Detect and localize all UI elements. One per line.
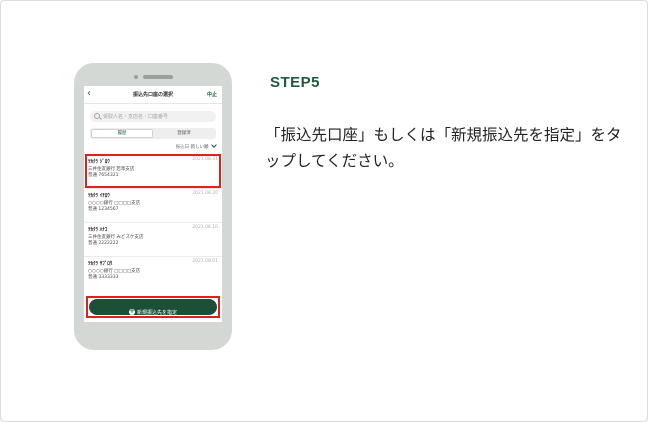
item-name: ﾂｶｸﾗ ｻﾌﾞﾛｳ xyxy=(88,261,113,267)
instruction-text: 「振込先口座」もしくは「新規振込先を指定」をタップしてください。 xyxy=(265,126,622,170)
item-date: 2021.08.20 xyxy=(192,191,218,196)
item-date: 2021.08.10 xyxy=(192,225,218,230)
tab-history[interactable]: 履歴 xyxy=(91,129,153,138)
phone-screen: ‹ 振込先口座の選択 中止 受取人名・支店名・口座番号 履歴 登録済 振込日 新… xyxy=(84,86,222,322)
highlight-existing-payee xyxy=(85,154,221,188)
item-account: 普通 2222222 xyxy=(88,241,119,246)
list-item[interactable]: ﾂｶｸﾗ ｲﾁﾛｳ 2021.08.20 ○○○○銀行 □□□□支店 普通 12… xyxy=(84,188,222,222)
item-name: ﾂｶｸﾗ ｲﾁﾛｳ xyxy=(88,193,110,199)
item-account: 普通 1234567 xyxy=(88,207,119,212)
list-item[interactable]: ﾂｶｸﾗ ﾊﾅｺ 2021.08.10 三井住友銀行 みどスケ支店 普通 222… xyxy=(84,222,222,256)
list-item[interactable]: ﾂｶｸﾗ ｻﾌﾞﾛｳ 2021.08.01 ○○○○銀行 □□□□支店 普通 3… xyxy=(84,256,222,290)
search-input[interactable]: 受取人名・支店名・口座番号 xyxy=(90,111,216,122)
sort-value: 新しい順 xyxy=(190,145,209,150)
search-icon xyxy=(94,113,100,119)
nav-bar: ‹ 振込先口座の選択 中止 xyxy=(84,86,222,104)
speaker-bar xyxy=(143,75,173,79)
sort-selector[interactable]: 振込日 新しい順 xyxy=(175,142,217,150)
phone-mockup: ‹ 振込先口座の選択 中止 受取人名・支店名・口座番号 履歴 登録済 振込日 新… xyxy=(74,63,232,350)
sort-label: 振込日 xyxy=(175,145,190,150)
item-account: 普通 3333333 xyxy=(88,275,119,280)
step-label: STEP5 xyxy=(270,74,321,91)
highlight-new-payee xyxy=(86,296,220,318)
item-name: ﾂｶｸﾗ ﾊﾅｺ xyxy=(88,227,108,233)
item-date: 2021.08.01 xyxy=(192,259,218,264)
segmented-control: 履歴 登録済 xyxy=(90,128,216,139)
tab-registered[interactable]: 登録済 xyxy=(153,129,215,138)
camera-dot xyxy=(134,75,138,79)
search-placeholder: 受取人名・支店名・口座番号 xyxy=(103,114,169,120)
card-frame: ‹ 振込先口座の選択 中止 受取人名・支店名・口座番号 履歴 登録済 振込日 新… xyxy=(0,0,648,422)
cancel-button[interactable]: 中止 xyxy=(207,91,217,98)
nav-title: 振込先口座の選択 xyxy=(132,92,173,98)
chevron-left-icon[interactable]: ‹ xyxy=(87,88,91,100)
chevron-down-icon xyxy=(211,142,217,148)
